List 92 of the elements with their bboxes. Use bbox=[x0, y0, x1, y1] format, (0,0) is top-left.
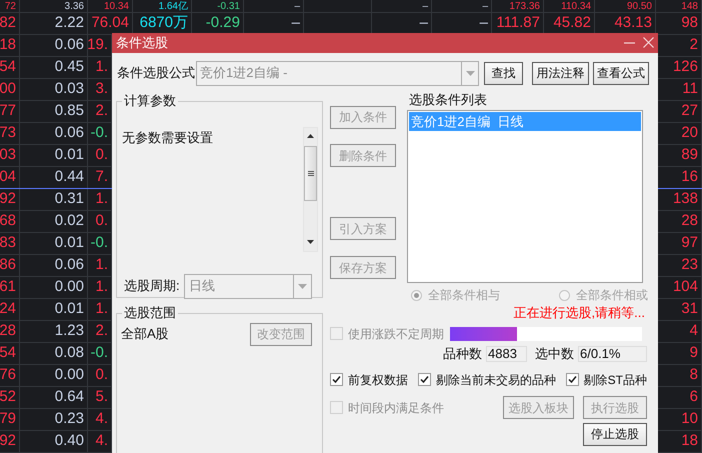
conditions-title: 选股条件列表 bbox=[408, 92, 488, 108]
table-cell: 0.45 bbox=[20, 57, 88, 78]
grip-icon bbox=[308, 170, 314, 176]
table-cell: 1.23 bbox=[20, 321, 88, 342]
group-title: 计算参数 bbox=[122, 92, 178, 108]
table-cell: 0.00 bbox=[20, 277, 88, 298]
window-title: 条件选股 bbox=[116, 34, 169, 52]
table-cell: 86 bbox=[0, 255, 20, 276]
table-cell: -0.31 bbox=[192, 0, 244, 12]
table-cell: 18 bbox=[0, 35, 20, 56]
checkbox-label: 剔除ST品种 bbox=[584, 372, 647, 388]
table-cell: 03 bbox=[0, 145, 20, 166]
table-cell: 82 bbox=[0, 13, 20, 34]
count-field: 4883 bbox=[486, 346, 527, 362]
table-cell: – bbox=[244, 0, 304, 12]
close-icon[interactable] bbox=[643, 37, 654, 48]
table-cell: 00 bbox=[0, 79, 20, 100]
table-cell: 73 bbox=[0, 123, 20, 144]
table-cell: 0.23 bbox=[20, 409, 88, 430]
table-cell: 79 bbox=[0, 409, 20, 430]
table-cell: 77 bbox=[0, 101, 20, 122]
formula-label: 条件选股公式 bbox=[117, 64, 196, 82]
usage-notes-button[interactable]: 用法注释 bbox=[532, 62, 589, 84]
count-label: 品种数 bbox=[443, 346, 482, 362]
checkbox-label: 时间段内满足条件 bbox=[348, 400, 444, 416]
table-cell: 0.06 bbox=[20, 123, 88, 144]
check-icon bbox=[332, 375, 341, 384]
checkbox-label: 使用涨跌不定周期 bbox=[348, 326, 444, 342]
period-label: 选股周期: bbox=[124, 277, 181, 296]
table-cell: – bbox=[372, 0, 432, 12]
table-cell: 92 bbox=[0, 189, 20, 210]
table-cell: 148 bbox=[656, 0, 702, 12]
table-cell: 2.22 bbox=[20, 13, 88, 34]
checkbox[interactable] bbox=[566, 373, 579, 386]
table-cell: 0.03 bbox=[20, 79, 88, 100]
view-formula-button[interactable]: 查看公式 bbox=[593, 62, 649, 84]
table-cell: 54 bbox=[0, 57, 20, 78]
count-label: 选中数 bbox=[535, 346, 574, 362]
table-cell: 0.01 bbox=[20, 145, 88, 166]
table-cell: 0.02 bbox=[20, 211, 88, 232]
radio-label: 全部条件相或 bbox=[576, 288, 648, 302]
conditions-list[interactable]: 竞价1进2自编 日线 bbox=[407, 110, 643, 282]
table-cell: 83 bbox=[0, 233, 20, 254]
table-cell: 28 bbox=[0, 321, 20, 342]
checkbox-label: 前复权数据 bbox=[348, 372, 408, 388]
checkbox-label: 剔除当前未交易的品种 bbox=[436, 372, 556, 388]
table-cell: 0.31 bbox=[20, 189, 88, 210]
caret-icon bbox=[466, 70, 474, 76]
table-cell: 76 bbox=[0, 365, 20, 386]
table-cell: 24 bbox=[0, 299, 20, 320]
check-icon bbox=[420, 375, 429, 384]
table-cell: 90.50 bbox=[595, 0, 656, 12]
params-message: 无参数需要设置 bbox=[122, 128, 214, 146]
caret-icon bbox=[298, 284, 307, 288]
table-cell: 68 bbox=[0, 211, 20, 232]
table-cell: 0.01 bbox=[20, 299, 88, 320]
table-cell: 0.40 bbox=[20, 431, 88, 452]
status-message: 正在进行选股,请稍等... bbox=[514, 304, 645, 320]
table-cell: 173.36 bbox=[492, 0, 544, 12]
table-cell: 92 bbox=[0, 431, 20, 452]
radio-label: 全部条件相与 bbox=[428, 288, 500, 302]
table-cell: 04 bbox=[0, 167, 20, 188]
list-item[interactable]: 竞价1进2自编 日线 bbox=[409, 112, 641, 130]
table-cell: 0.06 bbox=[20, 255, 88, 276]
table-cell: 52 bbox=[0, 387, 20, 408]
table-cell: 61 bbox=[0, 277, 20, 298]
checkbox[interactable] bbox=[330, 373, 343, 386]
table-cell: 54 bbox=[0, 343, 20, 364]
scroll-thumb[interactable] bbox=[304, 146, 317, 200]
table-cell: 0.44 bbox=[20, 167, 88, 188]
range-value: 全部A股 bbox=[121, 325, 169, 344]
table-cell: 0.00 bbox=[20, 365, 88, 386]
count-field: 6/0.1% bbox=[578, 346, 647, 362]
table-cell: 72 bbox=[0, 0, 20, 12]
find-button[interactable]: 查找 bbox=[484, 62, 523, 84]
table-cell: 0.64 bbox=[20, 387, 88, 408]
table-cell: 0.08 bbox=[20, 343, 88, 364]
scrollbar[interactable] bbox=[303, 126, 318, 252]
table-cell: 3.36 bbox=[20, 0, 88, 12]
table-cell: – bbox=[432, 0, 492, 12]
table-cell: 10.34 bbox=[88, 0, 133, 12]
stop-selection-button[interactable]: 停止选股 bbox=[583, 422, 647, 446]
checkbox[interactable] bbox=[418, 373, 431, 386]
table-cell: 0.06 bbox=[20, 35, 88, 56]
table-cell: 110.34 bbox=[544, 0, 595, 12]
table-cell: 1.64亿 bbox=[133, 0, 192, 12]
scroll-up-icon[interactable] bbox=[307, 134, 314, 138]
table-cell: 0.01 bbox=[20, 233, 88, 254]
check-icon bbox=[568, 375, 577, 384]
group-title: 选股范围 bbox=[122, 304, 178, 320]
table-cell: 0.85 bbox=[20, 101, 88, 122]
scroll-down-icon[interactable] bbox=[307, 240, 314, 244]
